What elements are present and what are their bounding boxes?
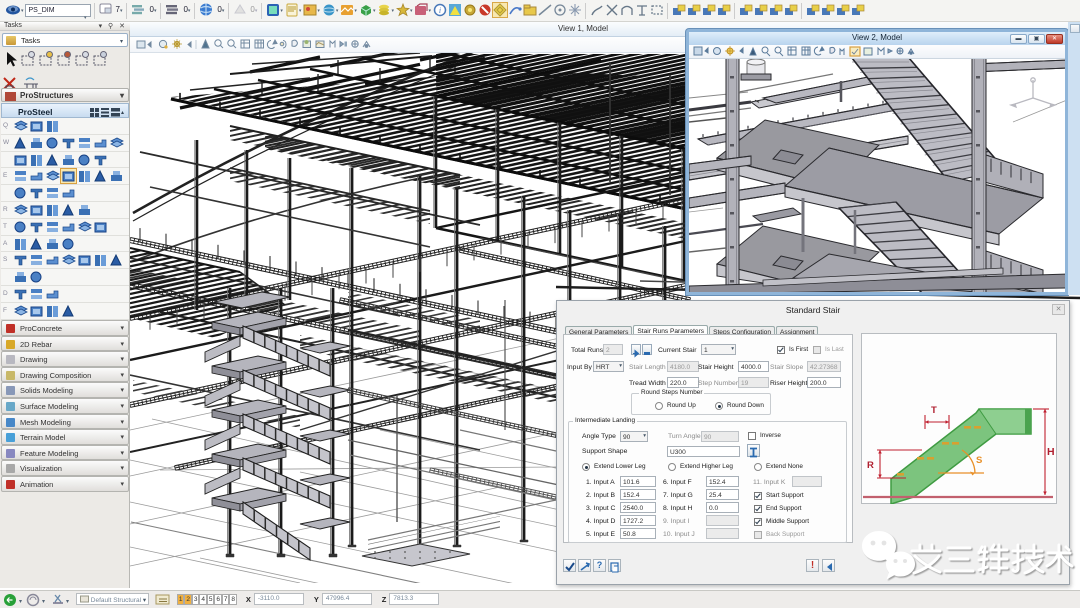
svg-text:S: S <box>976 455 982 466</box>
svg-text:R: R <box>867 460 874 471</box>
svg-text:▾: ▾ <box>42 599 45 605</box>
svg-text:H: H <box>1047 446 1055 458</box>
svg-text:▾: ▾ <box>66 599 69 605</box>
svg-text:i: i <box>439 6 441 15</box>
svg-text:▾: ▾ <box>19 599 22 605</box>
svg-text:T: T <box>931 405 937 416</box>
